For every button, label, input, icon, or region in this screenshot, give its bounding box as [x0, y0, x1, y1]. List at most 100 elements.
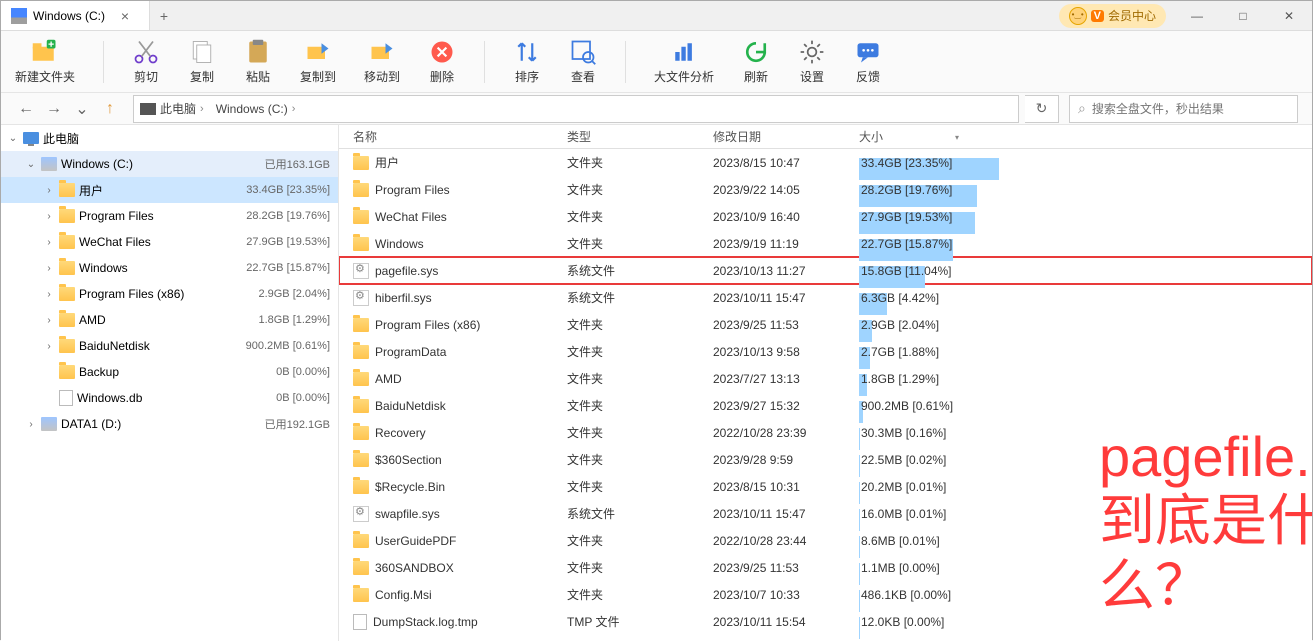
tree-size: 0B [0.00%]	[276, 392, 330, 404]
col-date[interactable]: 修改日期	[713, 128, 859, 145]
tree-item[interactable]: Windows.db 0B [0.00%]	[1, 385, 338, 411]
table-row[interactable]: swapfile.sys系统文件2023/10/11 15:4716.0MB […	[339, 500, 1312, 527]
close-button[interactable]: ✕	[1266, 1, 1312, 31]
address-refresh-button[interactable]: ↻	[1025, 95, 1059, 123]
file-date: 2023/9/28 9:59	[713, 453, 859, 467]
table-row[interactable]: AMD文件夹2023/7/27 13:131.8GB [1.29%]	[339, 365, 1312, 392]
refresh-button[interactable]: 刷新	[742, 38, 770, 85]
view-button[interactable]: 查看	[569, 38, 597, 85]
newfolder-button[interactable]: 新建文件夹	[15, 38, 75, 85]
close-icon[interactable]: ×	[111, 8, 139, 24]
window-controls: V 会员中心 — □ ✕	[1059, 1, 1312, 31]
file-date: 2023/10/13 9:58	[713, 345, 859, 359]
chevron-icon[interactable]: ›	[43, 211, 55, 222]
minimize-button[interactable]: —	[1174, 1, 1220, 31]
new-tab-button[interactable]: +	[150, 8, 178, 24]
up-button[interactable]: ↑	[99, 98, 121, 120]
table-row[interactable]: WeChat Files文件夹2023/10/9 16:4027.9GB [19…	[339, 203, 1312, 230]
table-row[interactable]: 360SANDBOX文件夹2023/9/25 11:531.1MB [0.00%…	[339, 554, 1312, 581]
col-name[interactable]: 名称	[353, 128, 567, 145]
back-button[interactable]: ←	[15, 98, 37, 120]
bc-root: 此电脑	[160, 100, 196, 117]
sort-button[interactable]: 排序	[513, 38, 541, 85]
tree-item[interactable]: ⌄ 此电脑	[1, 125, 338, 151]
label: 新建文件夹	[15, 68, 75, 85]
tree-item[interactable]: ›Windows22.7GB [15.87%]	[1, 255, 338, 281]
tree-label: 此电脑	[43, 130, 79, 147]
search-input[interactable]	[1092, 102, 1289, 116]
tab-active[interactable]: Windows (C:) ×	[1, 1, 150, 30]
tree-item[interactable]: ›BaiduNetdisk900.2MB [0.61%]	[1, 333, 338, 359]
tree-label: Backup	[79, 365, 119, 379]
tree-item[interactable]: ›Program Files (x86)2.9GB [2.04%]	[1, 281, 338, 307]
tree-size: 27.9GB [19.53%]	[246, 236, 330, 248]
folder-icon	[59, 261, 75, 275]
chevron-icon[interactable]: ›	[43, 289, 55, 300]
table-row[interactable]: pagefile.sys系统文件2023/10/13 11:2715.8GB […	[339, 257, 1312, 284]
file-name: Recovery	[375, 426, 426, 440]
chevron-icon[interactable]: ⌄	[7, 133, 19, 144]
sidebar-tree[interactable]: ⌄ 此电脑 ⌄Windows (C:)已用163.1GB›用户33.4GB [23.…	[1, 125, 339, 641]
delete-button[interactable]: 删除	[428, 38, 456, 85]
tree-item[interactable]: Backup0B [0.00%]	[1, 359, 338, 385]
table-row[interactable]: Recovery文件夹2022/10/28 23:3930.3MB [0.16%…	[339, 419, 1312, 446]
table-row[interactable]: Program Files (x86)文件夹2023/9/25 11:532.9…	[339, 311, 1312, 338]
table-row[interactable]: Windows文件夹2023/9/19 11:1922.7GB [15.87%]	[339, 230, 1312, 257]
copy-button[interactable]: 复制	[188, 38, 216, 85]
file-size: 27.9GB [19.53%]	[859, 210, 1001, 224]
chevron-icon[interactable]: ›	[43, 185, 55, 196]
moveto-button[interactable]: 移动到	[364, 38, 400, 85]
table-row[interactable]: UserGuidePDF文件夹2022/10/28 23:448.6MB [0.…	[339, 527, 1312, 554]
table-row[interactable]: $Recycle.Bin文件夹2023/8/15 10:3120.2MB [0.…	[339, 473, 1312, 500]
tree-item[interactable]: ›DATA1 (D:)已用192.1GB	[1, 411, 338, 437]
table-row[interactable]: ProgramData文件夹2023/10/13 9:582.7GB [1.88…	[339, 338, 1312, 365]
history-dropdown[interactable]: ⌄	[71, 98, 93, 120]
column-headers[interactable]: 名称 类型 修改日期 大小▾	[339, 125, 1312, 149]
folder-icon	[59, 365, 75, 379]
bigfile-button[interactable]: 大文件分析	[654, 38, 714, 85]
settings-button[interactable]: 设置	[798, 38, 826, 85]
col-type[interactable]: 类型	[567, 128, 713, 145]
table-row[interactable]: 用户文件夹2023/8/15 10:4733.4GB [23.35%]	[339, 149, 1312, 176]
chevron-icon[interactable]: ›	[43, 263, 55, 274]
forward-button[interactable]: →	[43, 98, 65, 120]
table-row[interactable]: hiberfil.sys系统文件2023/10/11 15:476.3GB [4…	[339, 284, 1312, 311]
tree-item[interactable]: ⌄Windows (C:)已用163.1GB	[1, 151, 338, 177]
tree-item[interactable]: ›Program Files28.2GB [19.76%]	[1, 203, 338, 229]
bc-drive: Windows (C:)	[216, 102, 288, 116]
file-date: 2022/10/28 23:39	[713, 426, 859, 440]
table-row[interactable]: DumpStack.log.tmpTMP 文件2023/10/11 15:541…	[339, 608, 1312, 635]
clipboard-icon	[244, 38, 272, 66]
table-row[interactable]: $360Section文件夹2023/9/28 9:5922.5MB [0.02…	[339, 446, 1312, 473]
table-row[interactable]: Program Files文件夹2023/9/22 14:0528.2GB [1…	[339, 176, 1312, 203]
table-row[interactable]: BaiduNetdisk文件夹2023/9/27 15:32900.2MB [0…	[339, 392, 1312, 419]
chevron-icon[interactable]: ›	[25, 419, 37, 430]
file-date: 2023/8/15 10:47	[713, 156, 859, 170]
file-size: 20.2MB [0.01%]	[859, 480, 1001, 494]
table-row[interactable]: Config.Msi文件夹2023/10/7 10:33486.1KB [0.0…	[339, 581, 1312, 608]
tree-label: Windows.db	[77, 391, 142, 405]
tree-item[interactable]: ›用户33.4GB [23.35%]	[1, 177, 338, 203]
file-name: AMD	[375, 372, 402, 386]
col-size[interactable]: 大小▾	[859, 128, 1009, 145]
breadcrumb[interactable]: 此电脑› Windows (C:)›	[133, 95, 1019, 123]
file-name: BaiduNetdisk	[375, 399, 446, 413]
search-box[interactable]: ⌕	[1069, 95, 1298, 123]
maximize-button[interactable]: □	[1220, 1, 1266, 31]
file-size: 22.5MB [0.02%]	[859, 453, 1001, 467]
paste-button[interactable]: 粘贴	[244, 38, 272, 85]
file-size: 1.1MB [0.00%]	[859, 561, 1001, 575]
tab-area: Windows (C:) × +	[1, 1, 178, 30]
chevron-icon[interactable]: ›	[43, 315, 55, 326]
tree-item[interactable]: ›WeChat Files27.9GB [19.53%]	[1, 229, 338, 255]
cut-button[interactable]: 剪切	[132, 38, 160, 85]
file-type: 文件夹	[567, 424, 713, 441]
feedback-button[interactable]: 反馈	[854, 38, 882, 85]
chevron-icon[interactable]: ⌄	[25, 159, 37, 170]
file-size: 33.4GB [23.35%]	[859, 156, 1001, 170]
copyto-button[interactable]: 复制到	[300, 38, 336, 85]
chevron-icon[interactable]: ›	[43, 341, 55, 352]
chevron-icon[interactable]: ›	[43, 237, 55, 248]
tree-item[interactable]: ›AMD1.8GB [1.29%]	[1, 307, 338, 333]
vip-center-button[interactable]: V 会员中心	[1059, 4, 1166, 28]
